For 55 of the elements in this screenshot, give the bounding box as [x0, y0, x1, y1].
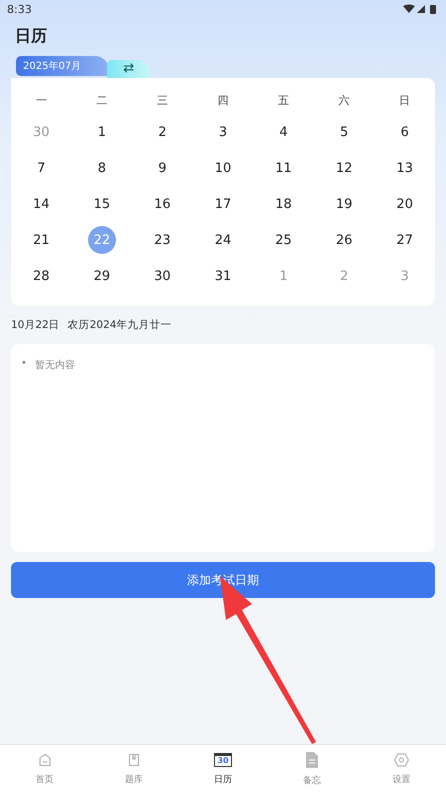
calendar-day[interactable]: 4 [270, 118, 298, 146]
calendar-day[interactable]: 6 [390, 118, 419, 146]
nav-tab[interactable]: 30 日历 [178, 745, 268, 793]
page-title: 日历 [14, 25, 48, 47]
calendar-day[interactable]: 24 [208, 226, 237, 254]
status-time: 8:33 [7, 2, 32, 16]
selected-date: 10月22日 [11, 318, 60, 333]
home-icon [38, 752, 52, 766]
calendar-day[interactable]: 9 [148, 154, 176, 182]
calendar-day[interactable]: 30 [148, 262, 176, 290]
nav-tab[interactable]: 首页 [0, 745, 90, 793]
calendar-day[interactable]: 29 [88, 262, 116, 290]
nav-tab[interactable]: 备忘 [268, 745, 357, 793]
calendar-day[interactable]: 31 [208, 262, 237, 290]
calendar-day[interactable]: 27 [390, 226, 419, 254]
calendar-icon: 30 [214, 752, 232, 766]
calendar-day[interactable]: 10 [208, 154, 237, 182]
calendar-day[interactable]: 26 [330, 226, 358, 254]
calendar-day[interactable]: 15 [88, 190, 116, 218]
lunar-date: 农历2024年九月廿一 [68, 318, 172, 333]
calendar-day[interactable]: 28 [27, 262, 56, 290]
calendar-day[interactable]: 25 [270, 226, 298, 254]
calendar-day[interactable]: 12 [330, 154, 358, 182]
calendar-day[interactable]: 3 [208, 118, 237, 146]
weekday-label: 三 [156, 93, 169, 109]
weekday-label: 一 [34, 93, 48, 109]
nav-tab[interactable]: 题库 [89, 745, 178, 793]
calendar-day[interactable]: 1 [88, 118, 116, 146]
calendar-day[interactable]: 7 [27, 154, 56, 182]
weekday-label: 四 [216, 93, 230, 109]
bullet: • [21, 358, 27, 371]
calendar-day[interactable]: 17 [208, 190, 237, 218]
weekday-label: 二 [95, 93, 108, 109]
calendar-day[interactable]: 21 [27, 226, 56, 254]
calendar-day[interactable]: 2 [148, 118, 176, 146]
settings-icon [394, 752, 409, 766]
calendar-day[interactable]: 20 [390, 190, 419, 218]
status-icons [403, 4, 439, 14]
calendar-day[interactable]: 19 [330, 190, 358, 218]
swap-button[interactable]: ⇄ [107, 60, 150, 78]
book-icon [126, 752, 141, 766]
document-icon [305, 752, 320, 768]
weekday-label: 五 [277, 93, 290, 109]
calendar-day[interactable]: 14 [27, 190, 56, 218]
calendar-day[interactable]: 23 [148, 226, 176, 254]
calendar-day[interactable]: 5 [330, 118, 358, 146]
nav-tab[interactable]: 设置 [356, 745, 446, 793]
calendar-day[interactable]: 16 [148, 190, 176, 218]
calendar-day[interactable]: 8 [88, 154, 116, 182]
calendar-day[interactable]: 13 [390, 154, 419, 182]
empty-message: 暂无内容 [34, 358, 75, 372]
calendar-day[interactable]: 18 [270, 190, 298, 218]
weekday-label: 六 [338, 93, 351, 109]
calendar-day[interactable]: 11 [270, 154, 298, 182]
weekday-label: 日 [398, 93, 412, 109]
